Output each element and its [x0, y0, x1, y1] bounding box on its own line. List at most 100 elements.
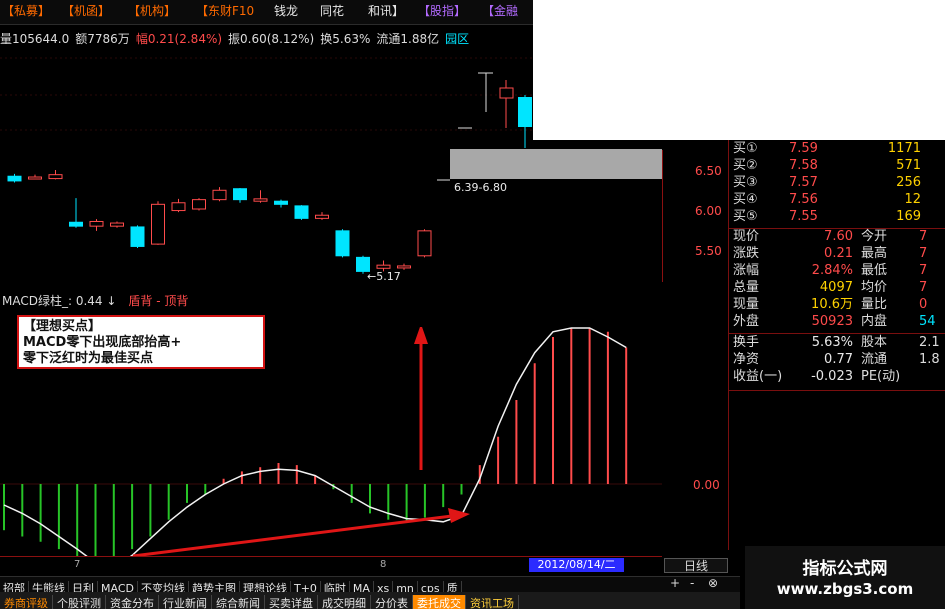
annotation-line: MACD零下出现底部抬高+ [23, 335, 182, 350]
tab-general-news[interactable]: 综合新闻 [212, 595, 265, 609]
quote-value: 7 [919, 280, 928, 295]
bid-row: 买③ 7.57 256 [733, 174, 943, 192]
candle-body [417, 230, 432, 257]
price-tick: 6.00 [695, 204, 722, 218]
tab-price-table[interactable]: 分价表 [371, 595, 413, 609]
candle-body [253, 198, 268, 202]
arrow-head [448, 508, 470, 523]
bid-label: 买① [733, 141, 758, 156]
price-axis: 6.50 6.00 5.50 [662, 150, 729, 290]
quote-row: 换手 5.63% 股本 2.1 [733, 334, 943, 352]
bid-price: 7.55 [789, 209, 818, 224]
bottom-tab-bar: 券商评级 个股评测 资金分布 行业新闻 综合新闻 买卖详盘 成交明细 分价表 委托成交 资讯工场 [0, 592, 740, 609]
quote-label: 最低 [861, 263, 888, 278]
quote-label: 换手 [733, 335, 760, 350]
bid-row: 买⑤ 7.55 169 [733, 208, 943, 226]
candle-body [110, 222, 124, 227]
quote-row: 总量 4097 均价 7 [733, 279, 943, 297]
candle-body [7, 175, 22, 182]
close-icon[interactable]: ⊗ [708, 576, 718, 590]
stock-terminal-screen: 【私募】 【机函】 【机构】 【东财F10 钱龙 同花 和讯】 【股指】 【金融… [0, 0, 945, 609]
ideal-buy-annotation: 【理想买点】 MACD零下出现底部抬高+ 零下泛红时为最佳买点 [17, 315, 265, 369]
black-overlay [202, 282, 737, 327]
quote-label: 净资 [733, 352, 760, 367]
bid-price: 7.59 [789, 141, 818, 156]
indicator-toolbar: 招部 牛熊线 日利 MACD 不变均线 趋势主图 理想论线 T+0 临时 MA xs mn cps 质 [0, 576, 740, 597]
divergence-arrow [132, 514, 453, 558]
tab-industry-news[interactable]: 行业新闻 [159, 595, 212, 609]
bid-volume: 169 [896, 209, 921, 224]
quote-label: 涨跌 [733, 246, 760, 261]
arrow-head [414, 324, 428, 344]
quote-value: 4097 [819, 280, 853, 295]
quote-value: 54 [919, 314, 936, 329]
candle-body [499, 87, 514, 99]
watermark-url: www.zbgs3.com [776, 580, 914, 598]
price-tick: 5.50 [695, 244, 722, 258]
quote-value: 50923 [811, 314, 853, 329]
annotation-line: 零下泛红时为最佳买点 [23, 351, 154, 366]
bid-price: 7.58 [789, 158, 818, 173]
watermark-logo: 指标公式网 www.zbgs3.com [745, 546, 945, 609]
bid-volume: 12 [904, 192, 921, 207]
candle-body [151, 203, 165, 245]
bid-label: 买② [733, 158, 758, 173]
quote-label: 均价 [861, 280, 888, 295]
quote-label: 涨幅 [733, 263, 760, 278]
tab-broker-rating[interactable]: 券商评级 [0, 595, 53, 609]
bid-price: 7.56 [789, 192, 818, 207]
candle-body [212, 189, 227, 201]
quote-row: 净资 0.77 流通 1.8 [733, 351, 943, 369]
candle-body [315, 214, 329, 219]
quote-value: 1.8 [919, 352, 940, 367]
tab-fund-distribution[interactable]: 资金分布 [106, 595, 159, 609]
quote-label: 现量 [733, 297, 760, 312]
candle-body [28, 176, 42, 180]
bid-row: 买① 7.59 1171 [733, 140, 943, 158]
zoom-in-button[interactable]: + [670, 576, 680, 590]
zoom-out-button[interactable]: - [690, 576, 694, 590]
quote-value: 7 [919, 246, 928, 261]
quote-value: 10.6万 [811, 297, 853, 312]
quote-value: 2.1 [919, 335, 940, 350]
quote-label: 最高 [861, 246, 888, 261]
tab-info-workshop[interactable]: 资讯工场 [466, 595, 519, 609]
divergence-label: 盾背 - 顶背 [128, 294, 189, 308]
macd-value-label: MACD绿柱_: 0.44 ↓ [2, 294, 117, 308]
macd-zero-tick: 0.00 [693, 478, 720, 492]
watermark-title: 指标公式网 [802, 559, 888, 579]
tab-trade-detail[interactable]: 成交明细 [318, 595, 371, 609]
tab-stock-review[interactable]: 个股评测 [53, 595, 106, 609]
quote-label: 外盘 [733, 314, 760, 329]
quote-label: 现价 [733, 229, 760, 244]
tab-entrust-trade[interactable]: 委托成交 [413, 595, 466, 609]
tab-order-detail[interactable]: 买卖详盘 [265, 595, 318, 609]
candle-body [48, 174, 63, 180]
bid-row: 买② 7.58 571 [733, 157, 943, 175]
candle-body [397, 265, 411, 269]
candle-body [376, 264, 391, 269]
quote-label: 股本 [861, 335, 888, 350]
bid-row: 买④ 7.56 12 [733, 191, 943, 209]
period-selector[interactable]: 日线 [664, 558, 728, 573]
candle-body [274, 200, 288, 205]
bid-volume: 571 [896, 158, 921, 173]
candle-body [89, 220, 104, 227]
quote-label: 内盘 [861, 314, 888, 329]
quote-row: 涨幅 2.84% 最低 7 [733, 262, 943, 280]
quote-value: 7 [919, 263, 928, 278]
candle-body [518, 97, 532, 127]
candle-body [335, 230, 350, 257]
candle-body [171, 202, 186, 212]
quote-value: 7 [919, 229, 928, 244]
quote-label: 总量 [733, 280, 760, 295]
quote-label: PE(动) [861, 369, 901, 384]
bid-price: 7.57 [789, 175, 818, 190]
quote-value: 7.60 [824, 229, 853, 244]
time-tick: 8 [380, 559, 387, 570]
candle-body [130, 226, 145, 247]
bid-volume: 1171 [887, 141, 921, 156]
quote-value: 2.84% [811, 263, 853, 278]
quote-value: 0 [919, 297, 928, 312]
quote-value: 5.63% [811, 335, 853, 350]
